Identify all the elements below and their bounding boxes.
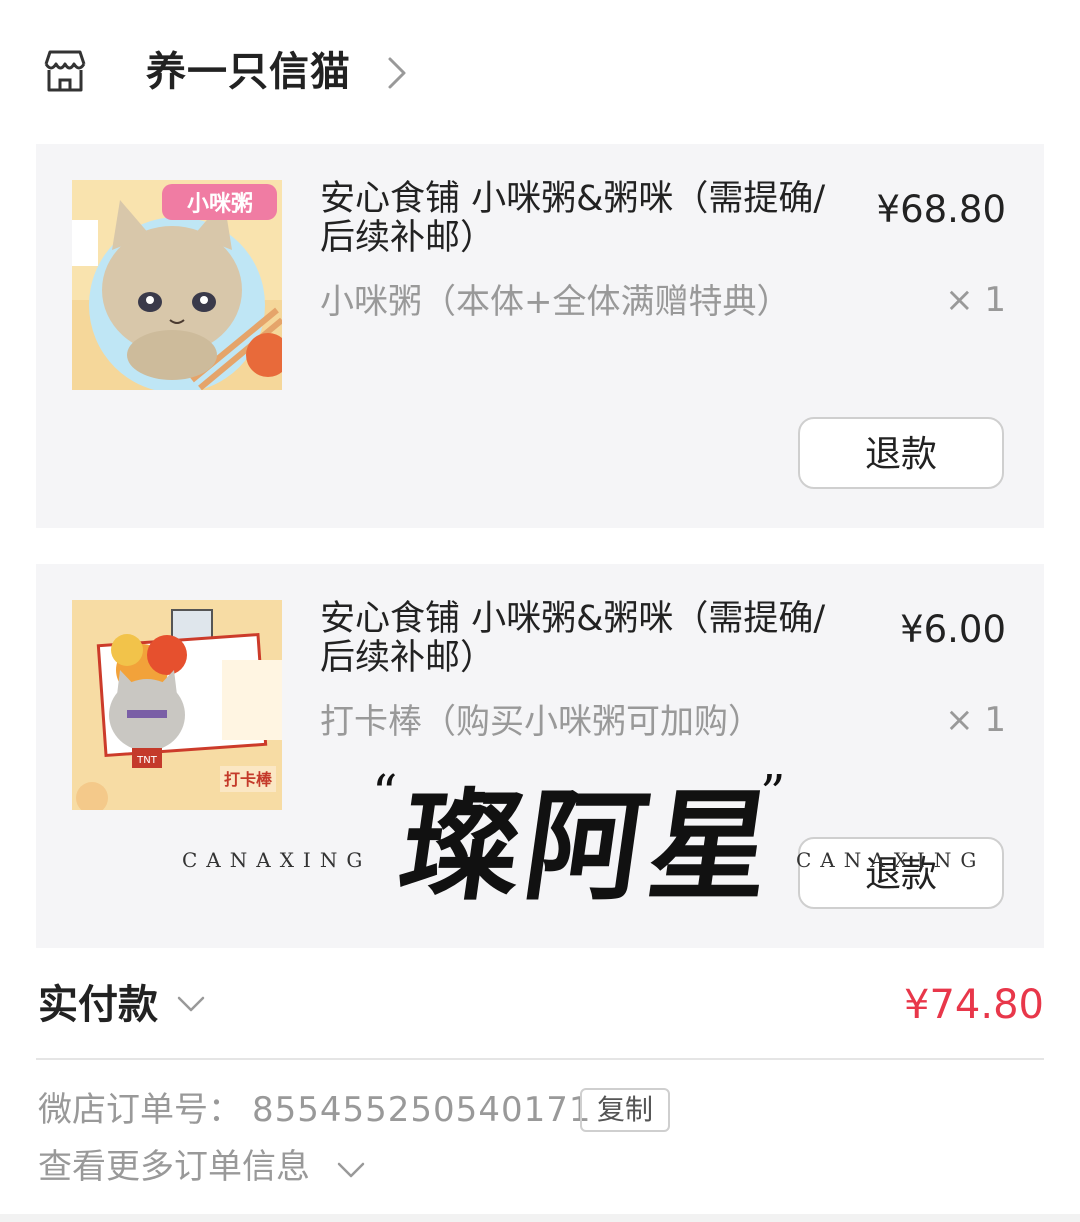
more-order-info-link[interactable]: 查看更多订单信息 (38, 1144, 310, 1190)
product-price: ¥6.00 (900, 608, 1006, 651)
product-title[interactable]: 安心食铺 小咪粥&粥咪（需提确/后续补邮） (320, 180, 840, 258)
copy-button[interactable]: 复制 (580, 1088, 670, 1132)
product-spec: 打卡棒（购买小咪粥可加购） (320, 702, 762, 742)
product-quantity: × 1 (945, 700, 1006, 740)
shop-header[interactable]: 养一只信猫 (0, 0, 1080, 144)
shop-name[interactable]: 养一只信猫 (146, 44, 351, 100)
product-price: ¥68.80 (876, 188, 1006, 231)
chevron-right-icon[interactable] (382, 56, 412, 90)
bottom-bar (0, 1214, 1080, 1222)
thumb-label: 打卡棒 (224, 770, 273, 789)
product-spec: 小咪粥（本体+全体满赠特典） (320, 282, 791, 322)
svg-text:TNT: TNT (136, 755, 158, 766)
refund-button[interactable]: 退款 (798, 837, 1004, 909)
divider (36, 1058, 1044, 1060)
product-thumbnail[interactable]: 小咪粥 (72, 180, 282, 390)
order-number-label: 微店订单号： (38, 1090, 242, 1130)
product-quantity: × 1 (945, 280, 1006, 320)
chevron-down-icon[interactable] (336, 1160, 366, 1180)
shop-icon (44, 50, 86, 92)
order-number: 855455250540171 (252, 1090, 592, 1130)
order-item-2[interactable]: TNT 打卡棒 安心食铺 小咪粥&粥咪（需提确/后续补邮） 打卡棒（购买小咪粥可… (36, 564, 1044, 948)
total-label[interactable]: 实付款 (38, 980, 158, 1030)
total-row[interactable]: 实付款 ¥74.80 (36, 970, 1044, 1040)
refund-button[interactable]: 退款 (798, 417, 1004, 489)
thumb-label: 小咪粥 (187, 192, 253, 217)
chevron-down-icon[interactable] (176, 994, 206, 1014)
product-title[interactable]: 安心食铺 小咪粥&粥咪（需提确/后续补邮） (320, 600, 840, 678)
order-item-1[interactable]: 小咪粥 安心食铺 小咪粥&粥咪（需提确/后续补邮） 小咪粥（本体+全体满赠特典）… (36, 144, 1044, 528)
product-thumbnail[interactable]: TNT 打卡棒 (72, 600, 282, 810)
total-amount: ¥74.80 (904, 982, 1044, 1028)
